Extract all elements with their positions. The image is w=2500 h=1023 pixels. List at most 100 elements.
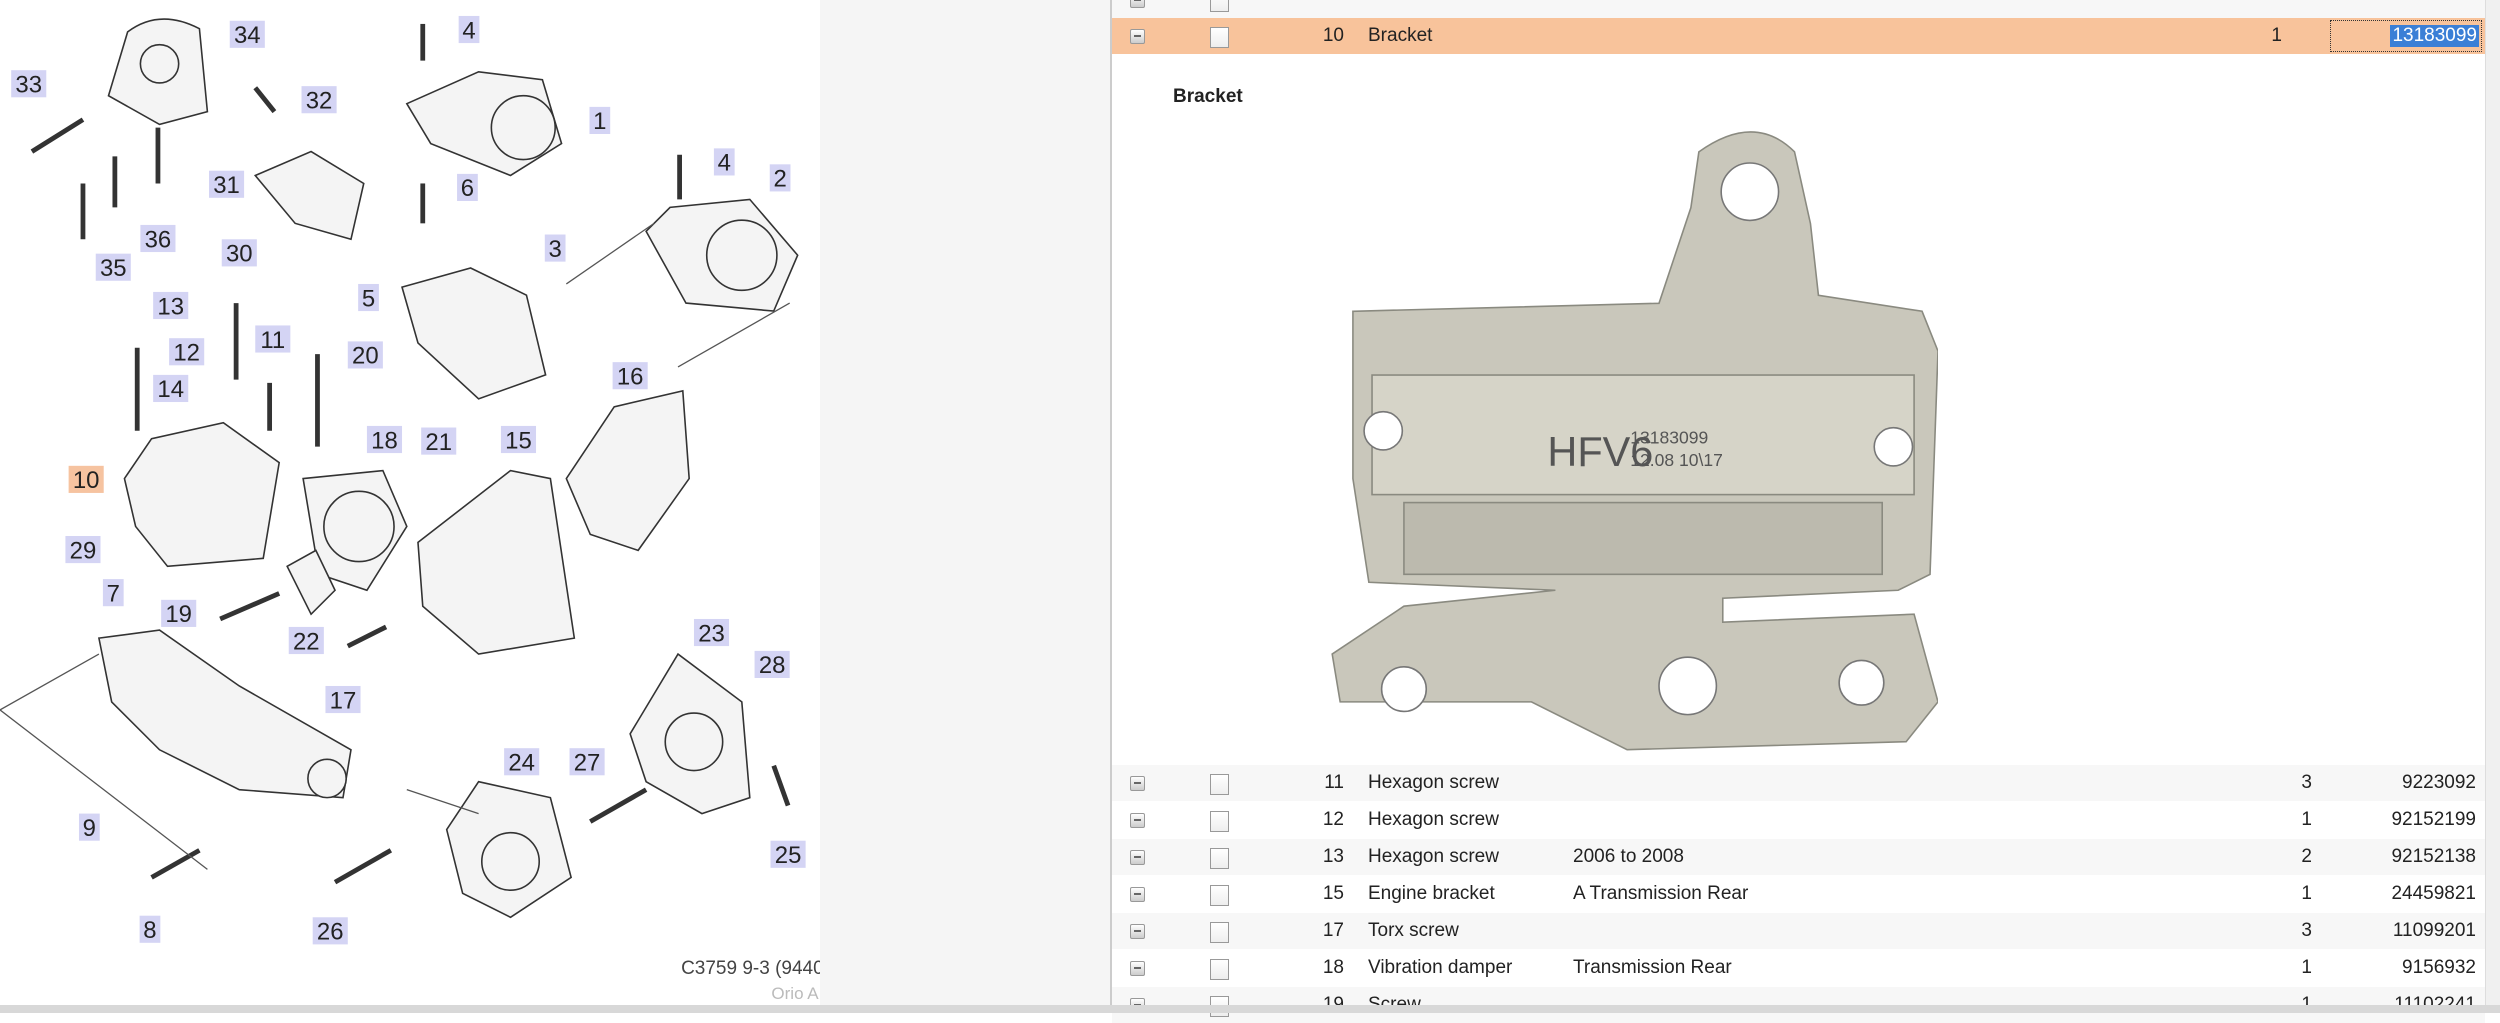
- callout-7[interactable]: 7: [102, 579, 124, 607]
- callout-label[interactable]: 32: [306, 87, 333, 114]
- expand-icon[interactable]: [1130, 850, 1145, 865]
- callout-label[interactable]: 20: [352, 343, 379, 370]
- callout-label[interactable]: 35: [100, 255, 127, 282]
- callout-label[interactable]: 28: [759, 652, 786, 679]
- callout-35[interactable]: 35: [95, 253, 131, 282]
- callout-label[interactable]: 19: [165, 601, 192, 628]
- callout-label[interactable]: 12: [173, 340, 200, 367]
- part-number-selected[interactable]: 13183099: [2390, 25, 2479, 47]
- row-checkbox[interactable]: [1210, 0, 1229, 12]
- callout-label[interactable]: 14: [157, 376, 184, 403]
- callout-label[interactable]: 31: [213, 172, 240, 199]
- callout-29[interactable]: 29: [65, 536, 101, 564]
- table-row-partial[interactable]: [1112, 0, 2485, 18]
- callout-label[interactable]: 10: [73, 467, 100, 494]
- callout-18[interactable]: 18: [366, 425, 403, 454]
- vertical-scrollbar[interactable]: [2485, 0, 2500, 1005]
- expand-icon[interactable]: [1130, 776, 1145, 791]
- callout-5[interactable]: 5: [358, 283, 379, 312]
- part-number[interactable]: 11099201: [2322, 920, 2476, 942]
- callout-2[interactable]: 2: [769, 164, 791, 193]
- callout-label[interactable]: 4: [718, 150, 731, 177]
- part-number[interactable]: 9223092: [2322, 772, 2476, 794]
- callout-label[interactable]: 15: [505, 427, 532, 454]
- horizontal-scrollbar[interactable]: [0, 1005, 2500, 1013]
- callout-label[interactable]: 9: [83, 815, 96, 842]
- row-checkbox[interactable]: [1210, 959, 1229, 980]
- callout-20[interactable]: 20: [347, 341, 383, 370]
- callout-3[interactable]: 3: [544, 234, 566, 263]
- callout-label[interactable]: 29: [70, 537, 97, 564]
- expand-icon[interactable]: [1130, 0, 1145, 8]
- callout-16[interactable]: 16: [612, 362, 648, 390]
- table-row-selected[interactable]: 10 Bracket 1 13183099: [1112, 18, 2485, 54]
- row-checkbox[interactable]: [1210, 885, 1229, 906]
- callout-21[interactable]: 21: [421, 427, 457, 456]
- callout-label[interactable]: 24: [508, 750, 535, 777]
- callout-label[interactable]: 5: [362, 285, 375, 312]
- expand-icon[interactable]: [1130, 924, 1145, 939]
- callout-14[interactable]: 14: [153, 374, 189, 403]
- expand-icon[interactable]: [1130, 813, 1145, 828]
- table-row[interactable]: 18 Vibration damper Transmission Rear 1 …: [1112, 950, 2485, 986]
- callout-label[interactable]: 2: [773, 166, 786, 193]
- callout-32[interactable]: 32: [301, 86, 337, 114]
- callout-label[interactable]: 22: [293, 628, 320, 655]
- callout-label[interactable]: 13: [157, 293, 184, 320]
- callout-4[interactable]: 4: [458, 15, 480, 44]
- part-number[interactable]: 92152199: [2322, 809, 2476, 831]
- callout-label[interactable]: 17: [330, 687, 357, 714]
- part-number-cell[interactable]: 13183099: [2330, 20, 2482, 52]
- callout-label[interactable]: 6: [461, 175, 474, 202]
- table-row[interactable]: 12 Hexagon screw 1 92152199: [1112, 802, 2485, 838]
- callout-22[interactable]: 22: [288, 626, 324, 655]
- collapse-icon[interactable]: [1130, 29, 1145, 44]
- callout-1[interactable]: 1: [589, 106, 611, 135]
- callout-15[interactable]: 15: [500, 425, 537, 454]
- callout-label[interactable]: 27: [574, 750, 601, 777]
- row-checkbox[interactable]: [1210, 848, 1229, 869]
- callout-label[interactable]: 34: [234, 22, 261, 49]
- callout-33[interactable]: 33: [11, 70, 47, 99]
- table-row[interactable]: 15 Engine bracket A Transmission Rear 1 …: [1112, 876, 2485, 912]
- callout-26[interactable]: 26: [312, 917, 348, 946]
- part-number[interactable]: 9156932: [2322, 957, 2476, 979]
- part-number[interactable]: 92152138: [2322, 846, 2476, 868]
- callout-label[interactable]: 25: [775, 842, 802, 869]
- row-checkbox[interactable]: [1210, 922, 1229, 943]
- callout-17[interactable]: 17: [325, 685, 361, 714]
- callout-19[interactable]: 19: [161, 599, 197, 628]
- callout-label[interactable]: 21: [425, 429, 452, 456]
- table-row[interactable]: 17 Torx screw 3 11099201: [1112, 913, 2485, 949]
- table-row[interactable]: 11 Hexagon screw 3 9223092: [1112, 765, 2485, 801]
- callout-4[interactable]: 4: [713, 148, 735, 177]
- callout-label[interactable]: 26: [317, 919, 344, 946]
- callout-label[interactable]: 36: [145, 226, 172, 253]
- callout-25[interactable]: 25: [770, 840, 806, 869]
- callout-12[interactable]: 12: [169, 338, 205, 367]
- callout-label[interactable]: 18: [371, 427, 398, 454]
- callout-label[interactable]: 23: [698, 620, 725, 647]
- callout-36[interactable]: 36: [140, 224, 176, 253]
- row-checkbox[interactable]: [1210, 27, 1229, 48]
- part-number[interactable]: 24459821: [2322, 883, 2476, 905]
- callout-8[interactable]: 8: [139, 915, 161, 944]
- callout-11[interactable]: 11: [255, 325, 291, 354]
- callout-label[interactable]: 1: [593, 108, 606, 135]
- callout-label[interactable]: 8: [143, 917, 156, 944]
- callout-9[interactable]: 9: [78, 813, 100, 842]
- callout-27[interactable]: 27: [569, 748, 605, 777]
- row-checkbox[interactable]: [1210, 811, 1229, 832]
- callout-label[interactable]: 11: [260, 327, 285, 354]
- callout-label[interactable]: 30: [226, 241, 253, 268]
- callout-label[interactable]: 16: [617, 363, 644, 390]
- expand-icon[interactable]: [1130, 887, 1145, 902]
- callout-10[interactable]: 10: [68, 465, 104, 494]
- callout-6[interactable]: 6: [457, 173, 478, 202]
- callout-label[interactable]: 3: [549, 236, 562, 263]
- callout-23[interactable]: 23: [693, 618, 730, 647]
- row-checkbox[interactable]: [1210, 774, 1229, 795]
- callout-30[interactable]: 30: [221, 239, 257, 268]
- callout-24[interactable]: 24: [504, 748, 540, 777]
- callout-31[interactable]: 31: [208, 170, 245, 199]
